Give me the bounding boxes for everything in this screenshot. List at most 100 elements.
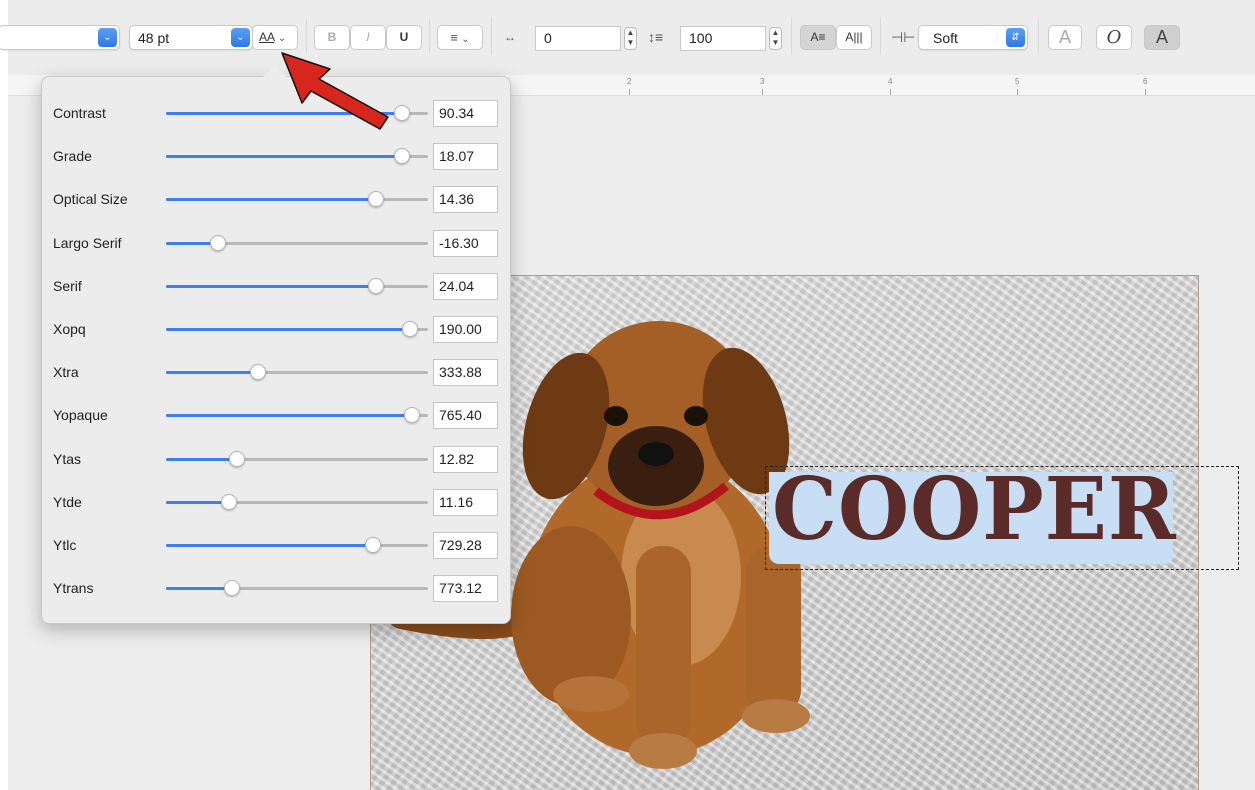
- slider-knob[interactable]: [220, 494, 237, 510]
- axis-label: Ytde: [53, 494, 82, 510]
- smoothing-icon: ⊣⊢: [891, 29, 916, 45]
- slider-knob[interactable]: [249, 364, 266, 380]
- axis-slider[interactable]: [166, 494, 428, 510]
- line-spacing-field[interactable]: 100: [680, 26, 766, 51]
- chevron-down-icon: ⌄: [461, 34, 470, 45]
- text-box-selection[interactable]: [765, 466, 1239, 570]
- ruler-number: 5: [1015, 77, 1020, 86]
- axis-slider[interactable]: [166, 537, 428, 553]
- axis-value-field[interactable]: 24.04: [433, 273, 498, 300]
- toolbar-separator: [791, 18, 792, 54]
- italic-label: I: [366, 30, 370, 44]
- axis-label: Xopq: [53, 321, 86, 337]
- axis-value-field[interactable]: 11.16: [433, 489, 498, 516]
- ruler-tick: [1145, 89, 1146, 95]
- ruler-number: 3: [760, 77, 765, 86]
- axis-label: Ytas: [53, 451, 82, 467]
- axis-slider[interactable]: [166, 364, 428, 380]
- axis-value-field[interactable]: 773.12: [433, 575, 498, 602]
- font-size-popup[interactable]: 48 pt ⌄: [129, 25, 253, 50]
- axis-value-field[interactable]: 14.36: [433, 186, 498, 213]
- axis-value-field[interactable]: -16.30: [433, 230, 498, 257]
- slider-knob[interactable]: [401, 321, 418, 337]
- axis-slider[interactable]: [166, 235, 428, 251]
- outline-text-icon: A: [1058, 27, 1072, 48]
- slider-fill: [166, 544, 373, 547]
- toolbar-separator: [429, 18, 430, 54]
- character-spacing-value: 0: [544, 30, 552, 46]
- slider-fill: [166, 414, 413, 417]
- slider-knob[interactable]: [393, 148, 410, 164]
- axis-row: Optical Size 14.36: [42, 184, 510, 214]
- ruler-number: 6: [1143, 77, 1148, 86]
- axis-row: Ytlc 729.28: [42, 530, 510, 560]
- ruler-number: 4: [888, 77, 893, 86]
- character-spacing-stepper[interactable]: ▲ ▼: [624, 27, 637, 50]
- axis-row: Xopq 190.00: [42, 314, 510, 344]
- axis-slider[interactable]: [166, 407, 428, 423]
- axis-label: Largo Serif: [53, 235, 122, 251]
- vertical-text-icon: A|||: [845, 30, 863, 44]
- alignment-button[interactable]: ≡ ⌄: [437, 25, 483, 50]
- axis-value-field[interactable]: 18.07: [433, 143, 498, 170]
- toolbar-separator: [1038, 18, 1039, 54]
- axis-row: Ytrans 773.12: [42, 573, 510, 603]
- axis-slider[interactable]: [166, 321, 428, 337]
- slider-knob[interactable]: [367, 278, 384, 294]
- outline-text-button[interactable]: A: [1048, 25, 1082, 50]
- font-family-popup[interactable]: ⌄: [0, 25, 120, 50]
- axis-value-field[interactable]: 729.28: [433, 532, 498, 559]
- smoothing-popup[interactable]: Soft ⇵: [918, 25, 1028, 50]
- slider-knob[interactable]: [228, 451, 245, 467]
- character-spacing-icon: ↔: [504, 30, 516, 44]
- axis-slider[interactable]: [166, 278, 428, 294]
- axis-slider[interactable]: [166, 191, 428, 207]
- toolbar-separator: [880, 18, 881, 54]
- chevron-down-icon: ⌄: [231, 28, 250, 47]
- underline-label: U: [399, 30, 409, 44]
- axis-label: Grade: [53, 148, 92, 164]
- slider-fill: [166, 371, 258, 374]
- axis-slider[interactable]: [166, 451, 428, 467]
- axis-slider[interactable]: [166, 580, 428, 596]
- slider-knob[interactable]: [404, 407, 421, 423]
- bold-label: B: [327, 30, 337, 44]
- oblique-text-icon: O: [1106, 27, 1122, 48]
- ruler-tick: [629, 89, 630, 95]
- chevron-down-icon: ⌄: [98, 28, 117, 47]
- axis-slider[interactable]: [166, 148, 428, 164]
- filled-text-button[interactable]: A: [1144, 25, 1180, 50]
- smoothing-value: Soft: [933, 30, 958, 46]
- axis-value-field[interactable]: 190.00: [433, 316, 498, 343]
- updown-chevron-icon: ⇵: [1006, 28, 1025, 47]
- axis-row: Ytde 11.16: [42, 487, 510, 517]
- slider-knob[interactable]: [367, 191, 384, 207]
- vertical-text-button[interactable]: A|||: [836, 25, 872, 50]
- font-size-value: 48 pt: [138, 30, 170, 46]
- axis-value-field[interactable]: 333.88: [433, 359, 498, 386]
- horizontal-text-button[interactable]: A≡: [800, 25, 836, 50]
- ruler-tick: [1017, 89, 1018, 95]
- axis-value-field[interactable]: 90.34: [433, 100, 498, 127]
- slider-fill: [166, 458, 237, 461]
- font-axes-popover: Contrast 90.34 Grade 18.07 Optical Size 14.36…: [41, 65, 511, 624]
- filled-text-icon: A: [1155, 27, 1168, 47]
- ruler-tick: [890, 89, 891, 95]
- slider-knob[interactable]: [364, 537, 381, 553]
- oblique-text-button[interactable]: O: [1096, 25, 1132, 50]
- slider-knob[interactable]: [210, 235, 227, 251]
- line-spacing-stepper[interactable]: ▲ ▼: [769, 27, 782, 50]
- axis-label: Yopaque: [53, 407, 108, 423]
- axis-row: Grade 18.07: [42, 141, 510, 171]
- ruler-number: 2: [627, 77, 632, 86]
- font-variations-label: AA: [259, 30, 275, 44]
- red-arrow-icon: [281, 52, 389, 130]
- axis-label: Contrast: [53, 105, 106, 121]
- format-toolbar: ⌄ 48 pt ⌄ AA ⌄ B I U ≡ ⌄ ↔ 0 ▲ ▼ ↕≡ 100 ▲…: [0, 0, 1255, 76]
- slider-fill: [166, 198, 376, 201]
- axis-value-field[interactable]: 12.82: [433, 446, 498, 473]
- character-spacing-field[interactable]: 0: [535, 26, 621, 51]
- slider-fill: [166, 328, 410, 331]
- slider-knob[interactable]: [223, 580, 240, 596]
- axis-value-field[interactable]: 765.40: [433, 402, 498, 429]
